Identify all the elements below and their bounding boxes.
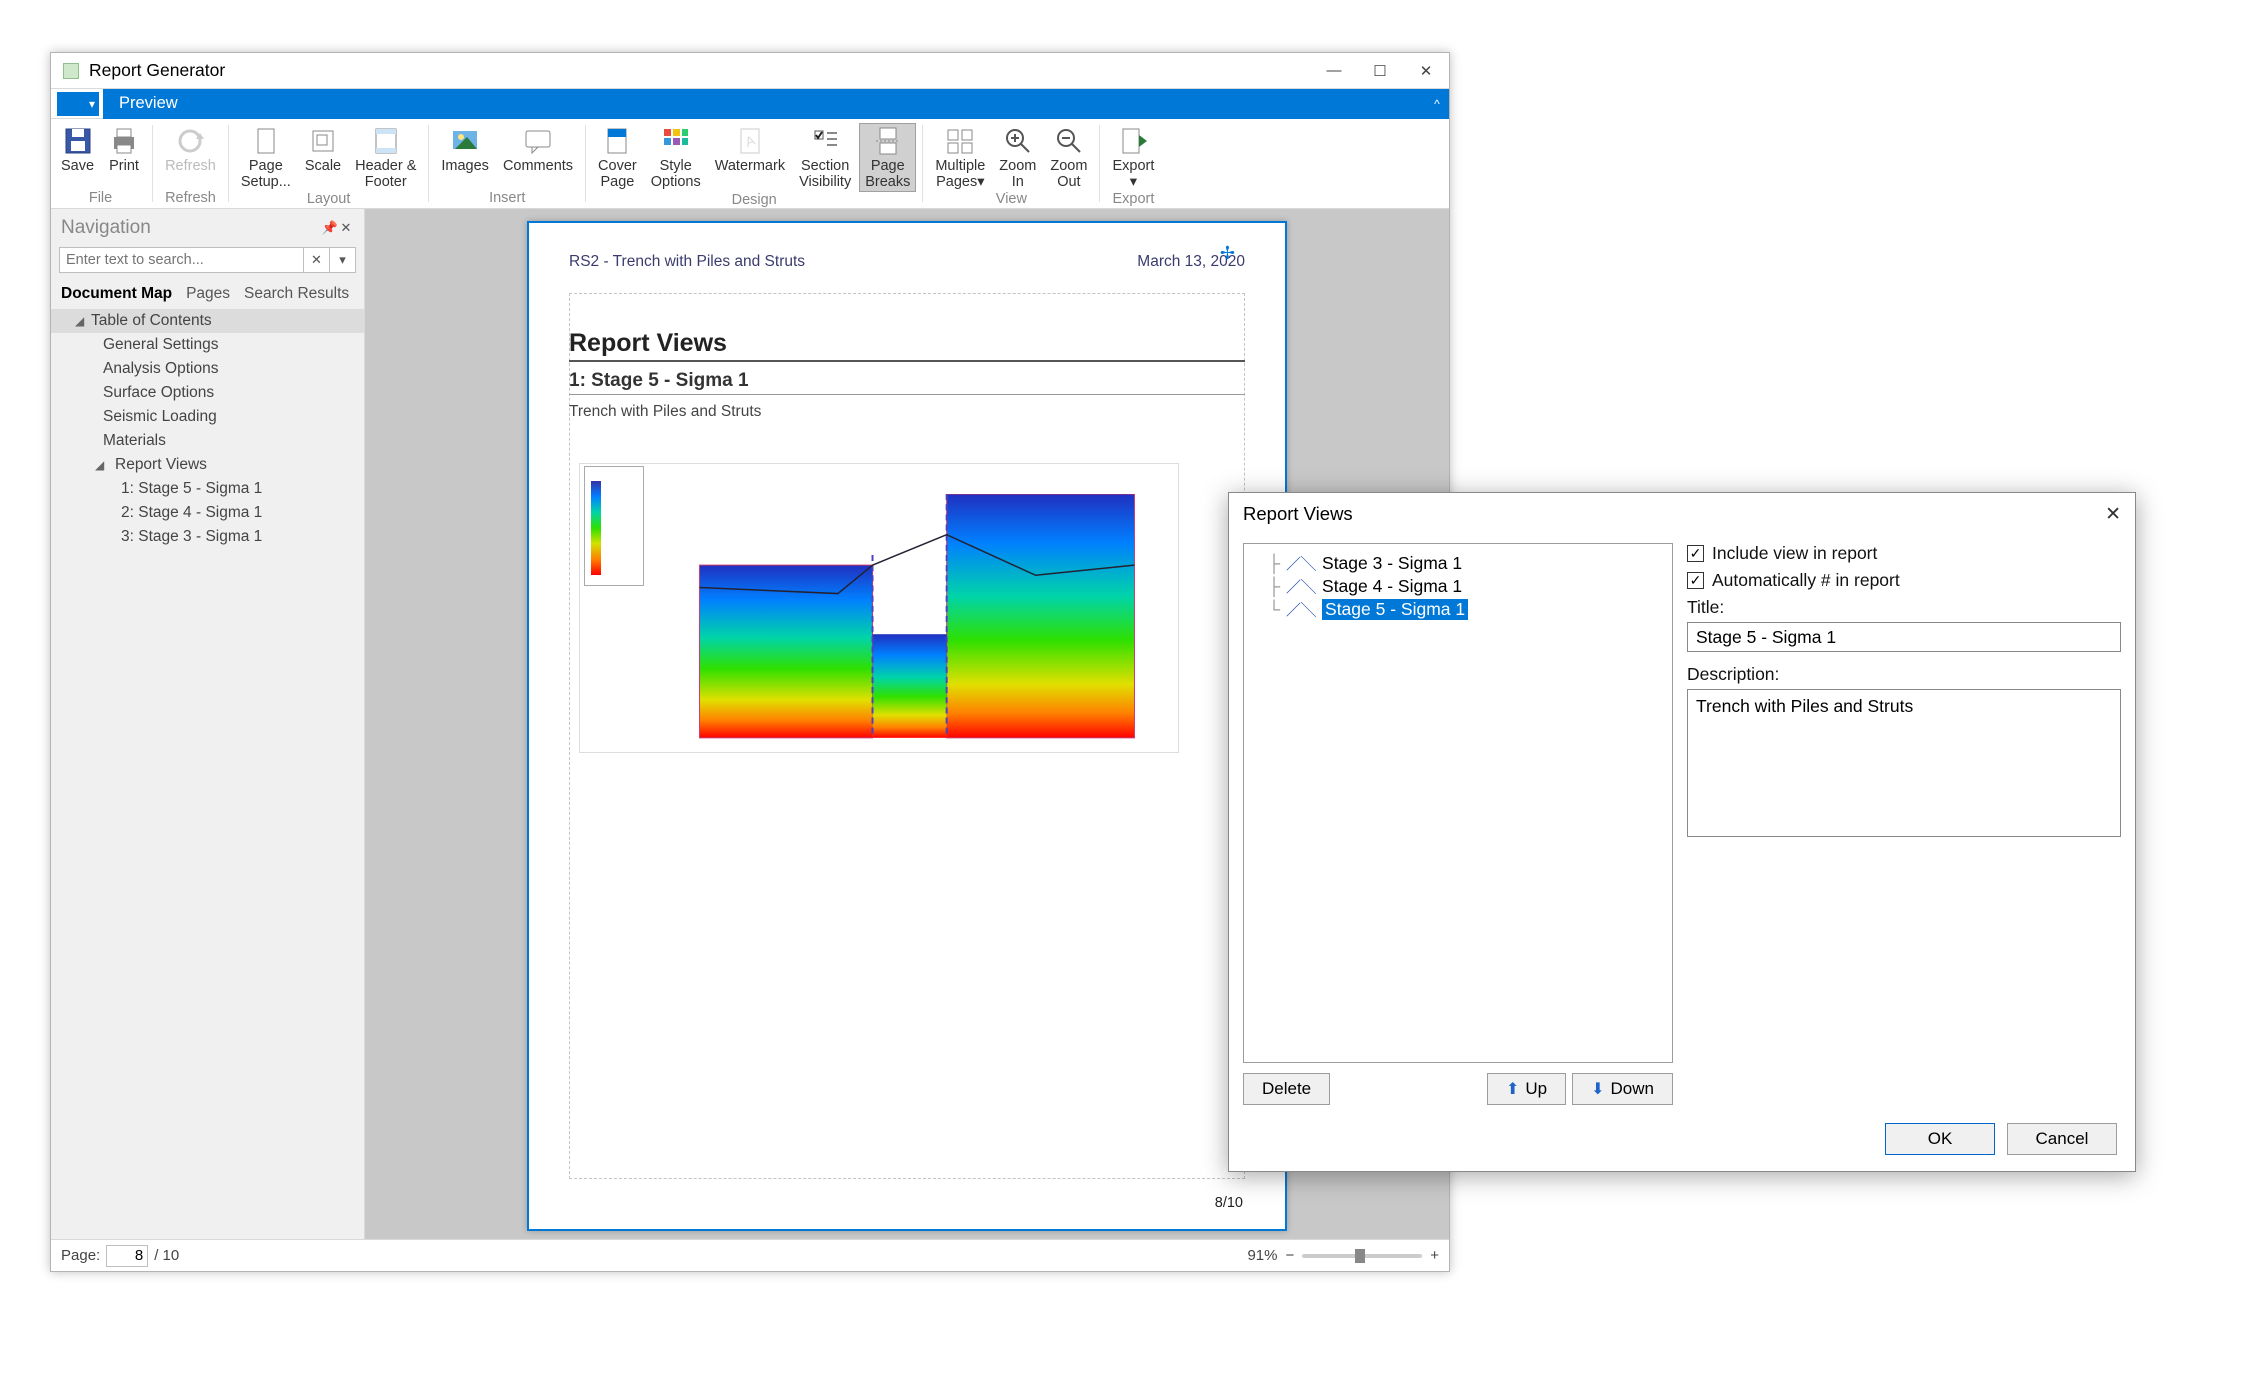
- page: RS2 - Trench with Piles and Struts March…: [527, 221, 1287, 1231]
- page-breaks-button[interactable]: Page Breaks: [859, 123, 916, 192]
- refresh-button[interactable]: Refresh: [159, 123, 222, 175]
- zoom-in-button[interactable]: Zoom In: [993, 123, 1042, 191]
- close-button[interactable]: ✕: [1403, 53, 1449, 89]
- ribbon-group-layout: Layout: [307, 191, 351, 209]
- ribbon-group-insert: Insert: [489, 190, 525, 208]
- views-list-item[interactable]: ├／╲Stage 3 - Sigma 1: [1250, 552, 1666, 575]
- nav-search-input[interactable]: [59, 247, 304, 273]
- docmap-view-item[interactable]: 2: Stage 4 - Sigma 1: [51, 501, 364, 525]
- delete-button[interactable]: Delete: [1243, 1073, 1330, 1105]
- description-input[interactable]: [1687, 689, 2121, 837]
- zoom-plus-icon[interactable]: +: [1430, 1247, 1439, 1264]
- navigation-panel: Navigation 📌 ✕ ✕ ▾ Document Map Pages Se…: [51, 209, 365, 1239]
- nav-search-options-icon[interactable]: ▾: [330, 247, 356, 273]
- minimize-button[interactable]: —: [1311, 53, 1357, 89]
- nav-tab-search-results[interactable]: Search Results: [244, 285, 349, 303]
- style-options-button[interactable]: Style Options: [645, 123, 707, 192]
- ribbon-group-refresh: Refresh: [165, 190, 216, 208]
- scale-button[interactable]: Scale: [299, 123, 347, 191]
- autonum-checkbox[interactable]: ✓Automatically # in report: [1687, 570, 2121, 591]
- cover-page-button[interactable]: Cover Page: [592, 123, 643, 192]
- multiple-pages-button[interactable]: Multiple Pages▾: [929, 123, 991, 191]
- section-visibility-button[interactable]: Section Visibility: [793, 123, 857, 192]
- nav-tab-pages[interactable]: Pages: [186, 285, 230, 303]
- header-footer-button[interactable]: Header & Footer: [349, 123, 422, 191]
- watermark-button[interactable]: AWatermark: [709, 123, 791, 192]
- cancel-button[interactable]: Cancel: [2007, 1123, 2117, 1155]
- title-label: Title:: [1687, 597, 2121, 618]
- status-page-total: / 10: [154, 1247, 179, 1264]
- pin-icon[interactable]: 📌: [322, 220, 338, 236]
- arrow-up-icon: ⬆: [1506, 1079, 1519, 1099]
- ribbon-strip: [194, 89, 1425, 119]
- titlebar: Report Generator — ☐ ✕: [51, 53, 1449, 89]
- nav-search-clear-icon[interactable]: ✕: [304, 247, 330, 273]
- zoom-minus-icon[interactable]: −: [1285, 1247, 1294, 1264]
- save-button[interactable]: Save: [55, 123, 100, 175]
- title-input[interactable]: [1687, 622, 2121, 652]
- include-checkbox[interactable]: ✓Include view in report: [1687, 543, 2121, 564]
- views-list-item[interactable]: ├／╲Stage 4 - Sigma 1: [1250, 575, 1666, 598]
- collapse-ribbon-button[interactable]: ^: [1425, 89, 1449, 119]
- navigation-title: Navigation: [61, 217, 322, 239]
- print-button[interactable]: Print: [102, 123, 146, 175]
- docmap-item[interactable]: General Settings: [51, 333, 364, 357]
- docmap-toc[interactable]: ◢Table of Contents: [51, 309, 364, 333]
- ribbon-group-design: Design: [732, 192, 777, 210]
- docmap-item[interactable]: Materials: [51, 429, 364, 453]
- tab-preview[interactable]: Preview: [103, 89, 194, 119]
- page-number: 8/10: [1215, 1195, 1243, 1211]
- nav-tab-document-map[interactable]: Document Map: [61, 285, 172, 303]
- maximize-button[interactable]: ☐: [1357, 53, 1403, 89]
- zoom-out-button[interactable]: Zoom Out: [1044, 123, 1093, 191]
- nav-tabs: Document Map Pages Search Results: [51, 277, 364, 309]
- page-setup-button[interactable]: Page Setup...: [235, 123, 297, 191]
- ribbon-group-file: File: [89, 190, 112, 208]
- views-list-item[interactable]: └／╲Stage 5 - Sigma 1: [1250, 598, 1666, 621]
- ok-button[interactable]: OK: [1885, 1123, 1995, 1155]
- pulse-icon: ／╲: [1286, 599, 1316, 620]
- page-header-left: RS2 - Trench with Piles and Struts: [569, 253, 805, 271]
- export-button[interactable]: Export ▾: [1106, 123, 1160, 191]
- menubar: ▾ Preview ^: [51, 89, 1449, 119]
- file-menu-button[interactable]: ▾: [57, 92, 99, 116]
- comments-button[interactable]: Comments: [497, 123, 579, 175]
- docmap-item[interactable]: Surface Options: [51, 381, 364, 405]
- up-button[interactable]: ⬆Up: [1487, 1073, 1566, 1105]
- status-zoom-value: 91%: [1247, 1247, 1277, 1264]
- status-page-input[interactable]: [106, 1245, 148, 1267]
- page-title: Report Views: [569, 329, 1245, 358]
- page-description: Trench with Piles and Struts: [569, 403, 1245, 421]
- document-map: ◢Table of Contents General Settings Anal…: [51, 309, 364, 549]
- docmap-view-item[interactable]: 1: Stage 5 - Sigma 1: [51, 477, 364, 501]
- down-button[interactable]: ⬇Down: [1572, 1073, 1673, 1105]
- docmap-view-item[interactable]: 3: Stage 3 - Sigma 1: [51, 525, 364, 549]
- arrow-down-icon: ⬇: [1591, 1079, 1604, 1099]
- docmap-report-views[interactable]: ◢Report Views: [51, 453, 364, 477]
- dialog-title: Report Views: [1243, 503, 1353, 525]
- nav-close-icon[interactable]: ✕: [338, 220, 354, 236]
- ribbon: Save Print File Refresh Refresh Page Set…: [51, 119, 1449, 209]
- plot-legend: [584, 466, 644, 586]
- report-views-dialog: Report Views ✕ ├／╲Stage 3 - Sigma 1 ├／╲S…: [1228, 492, 2136, 1172]
- zoom-slider[interactable]: [1302, 1254, 1422, 1258]
- status-page-label: Page:: [61, 1247, 100, 1264]
- pulse-icon: ／╲: [1286, 576, 1316, 597]
- cursor-icon: ✢: [1220, 243, 1235, 264]
- description-label: Description:: [1687, 664, 2121, 685]
- images-button[interactable]: Images: [435, 123, 495, 175]
- ribbon-group-export: Export: [1112, 191, 1154, 209]
- page-subtitle: 1: Stage 5 - Sigma 1: [569, 370, 1245, 395]
- ribbon-group-view: View: [996, 191, 1027, 209]
- docmap-item[interactable]: Seismic Loading: [51, 405, 364, 429]
- page-title-rule: [569, 360, 1245, 362]
- contour-plot: [579, 463, 1179, 753]
- pulse-icon: ／╲: [1286, 553, 1316, 574]
- status-bar: Page: / 10 91% − +: [51, 1239, 1449, 1271]
- window-title: Report Generator: [89, 60, 225, 81]
- app-icon: [63, 63, 79, 79]
- views-list[interactable]: ├／╲Stage 3 - Sigma 1 ├／╲Stage 4 - Sigma …: [1243, 543, 1673, 1063]
- docmap-item[interactable]: Analysis Options: [51, 357, 364, 381]
- dialog-close-icon[interactable]: ✕: [2105, 503, 2121, 526]
